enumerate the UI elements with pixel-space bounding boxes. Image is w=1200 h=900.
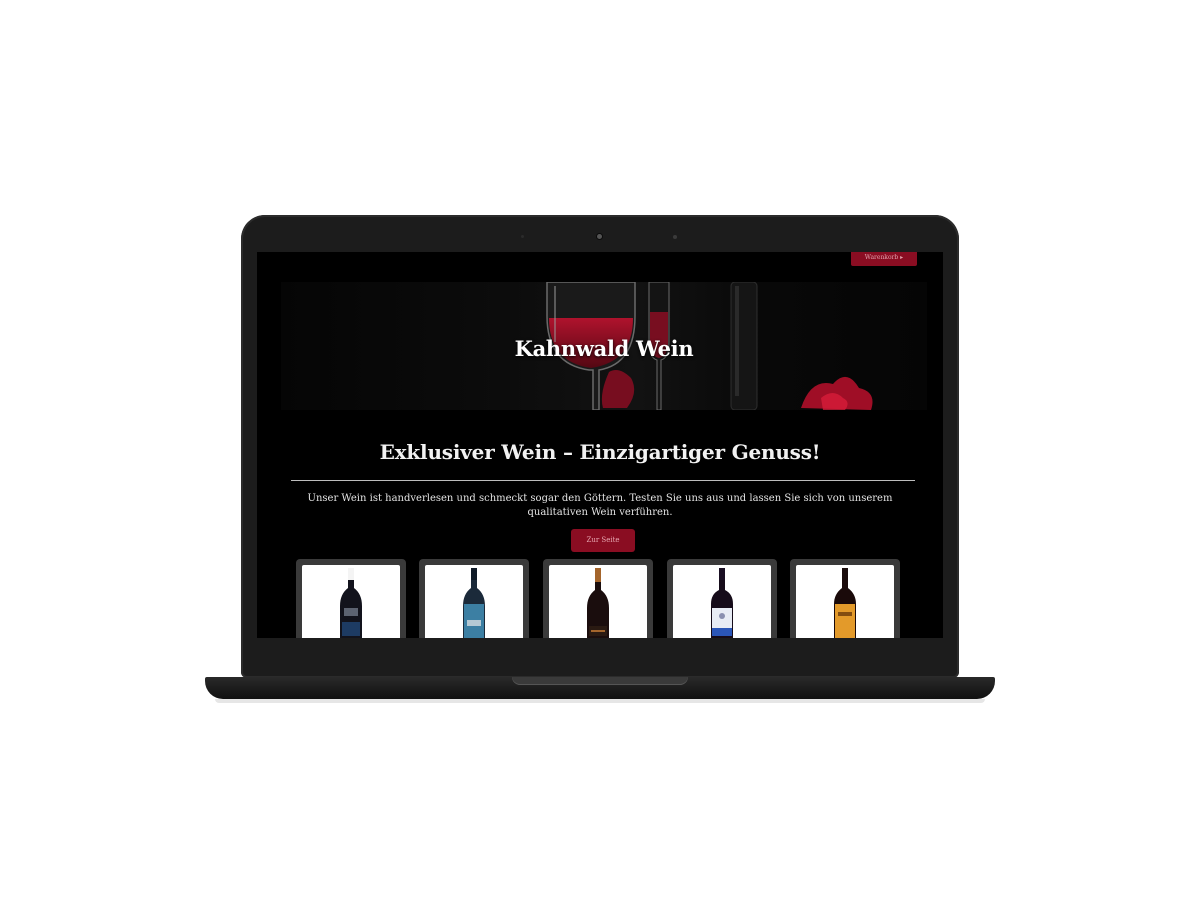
product-image <box>673 565 771 638</box>
product-image <box>302 565 400 638</box>
page-headline: Exklusiver Wein – Einzigartiger Genuss! <box>379 440 821 464</box>
sensor-icon <box>673 235 677 239</box>
wine-bottle-icon <box>711 568 733 638</box>
webcam-icon <box>597 234 602 239</box>
product-image <box>796 565 894 638</box>
lid-notch <box>512 677 688 685</box>
wine-bottle-icon <box>340 568 362 638</box>
intro-text: Unser Wein ist handverlesen und schmeckt… <box>307 493 893 518</box>
product-image <box>425 565 523 638</box>
product-card[interactable] <box>419 559 529 638</box>
site-title: Kahnwald Wein <box>514 336 694 361</box>
product-card[interactable] <box>667 559 777 638</box>
laptop-shadow <box>215 699 985 703</box>
sensor-icon <box>521 235 524 238</box>
laptop-base <box>205 677 995 699</box>
product-card[interactable] <box>790 559 900 638</box>
product-card[interactable] <box>296 559 406 638</box>
cart-button[interactable]: Warenkorb ▸ <box>851 252 917 266</box>
rose-petals-image <box>801 376 873 410</box>
product-grid <box>296 559 916 638</box>
laptop-screen: Warenkorb ▸ Kahnwald Wein Exklusiver Wei… <box>257 252 943 638</box>
product-image <box>549 565 647 638</box>
device-mockup: Warenkorb ▸ Kahnwald Wein Exklusiver Wei… <box>0 0 1200 900</box>
product-card[interactable] <box>543 559 653 638</box>
wine-bottle-icon <box>463 568 485 638</box>
laptop-lid: Warenkorb ▸ Kahnwald Wein Exklusiver Wei… <box>241 215 959 678</box>
wine-bottle-icon <box>834 568 856 638</box>
wine-bottle-icon <box>587 568 609 638</box>
hero-banner: Kahnwald Wein <box>281 282 927 410</box>
cta-button[interactable]: Zur Seite <box>571 529 635 552</box>
divider <box>291 480 915 481</box>
